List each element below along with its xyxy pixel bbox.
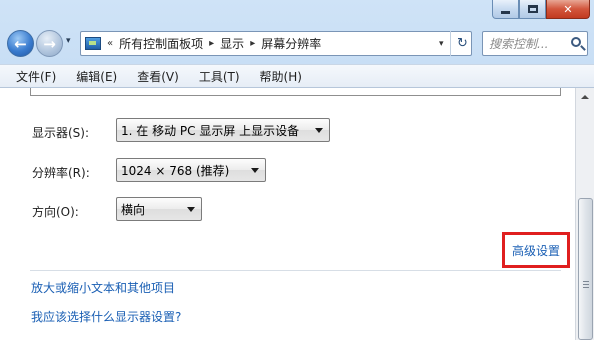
display-label: 显示器(S): [32,126,90,140]
grip-icon [583,281,589,282]
back-arrow-icon: ← [14,34,27,53]
refresh-button[interactable]: ↻ [450,31,474,56]
breadcrumb-separator-icon[interactable]: ▸ [250,38,255,49]
maximize-button[interactable] [519,0,546,19]
resolution-label: 分辨率(R): [32,166,90,180]
forward-button[interactable]: → [36,30,63,57]
breadcrumb-display[interactable]: 显示 [220,35,244,52]
caption-buttons: ✕ [492,0,590,20]
orientation-select-value: 横向 [121,202,146,217]
breadcrumb-overflow[interactable]: « [107,38,113,49]
grip-icon [583,284,589,285]
menu-view[interactable]: 查看(V) [125,68,187,85]
chevron-down-icon [251,168,259,173]
grip-icon [583,287,589,288]
search-icon[interactable] [571,37,581,47]
display-select-value: 1. 在 移动 PC 显示屏 上显示设备 [121,123,300,138]
forward-arrow-icon: → [43,34,56,53]
resolution-select[interactable]: 1024 × 768 (推荐) [116,158,266,182]
maximize-icon [527,5,538,13]
close-icon: ✕ [563,2,573,16]
resolution-select-value: 1024 × 768 (推荐) [121,163,230,178]
window-frame: ✕ ← → ▾ « 所有控制面板项 ▸ 显示 ▸ 屏幕分辨率 ▾ ↻ 搜索控制.… [0,0,594,340]
divider [30,270,561,271]
search-input[interactable]: 搜索控制... [482,31,588,56]
scrollbar-thumb[interactable] [578,198,593,340]
chevron-down-icon [315,128,323,133]
menu-bar: 文件(F) 编辑(E) 查看(V) 工具(T) 帮助(H) [0,64,594,88]
address-bar[interactable]: « 所有控制面板项 ▸ 显示 ▸ 屏幕分辨率 ▾ [80,31,472,56]
monitor-preview-box [30,88,561,96]
vertical-scrollbar[interactable] [575,88,594,340]
advanced-settings-label: 高级设置 [511,243,560,258]
minimize-icon [501,10,510,14]
advanced-settings-link[interactable]: 高级设置 [502,232,570,268]
menu-help[interactable]: 帮助(H) [248,68,310,85]
refresh-icon: ↻ [457,36,468,51]
which-display-settings-link[interactable]: 我应该选择什么显示器设置? [31,308,181,325]
content-pane: 显示器(S): 1. 在 移动 PC 显示屏 上显示设备 分辨率(R): 102… [0,88,575,340]
display-select[interactable]: 1. 在 移动 PC 显示屏 上显示设备 [116,118,330,142]
back-button[interactable]: ← [7,30,34,57]
scroll-up-button[interactable] [578,90,592,104]
control-panel-icon [85,37,101,50]
breadcrumb-separator-icon[interactable]: ▸ [209,38,214,49]
menu-tools[interactable]: 工具(T) [187,68,248,85]
breadcrumb-screen-resolution[interactable]: 屏幕分辨率 [261,35,321,52]
recent-pages-dropdown[interactable]: ▾ [66,36,71,46]
minimize-button[interactable] [492,0,519,19]
close-button[interactable]: ✕ [546,0,590,19]
breadcrumb-all-control-panel-items[interactable]: 所有控制面板项 [119,35,203,52]
text-size-link[interactable]: 放大或缩小文本和其他项目 [31,279,175,296]
chevron-down-icon [187,207,195,212]
orientation-label: 方向(O): [32,205,79,219]
search-placeholder: 搜索控制... [489,37,549,51]
menu-edit[interactable]: 编辑(E) [64,68,125,85]
orientation-select[interactable]: 横向 [116,197,202,221]
menu-file[interactable]: 文件(F) [4,68,64,85]
